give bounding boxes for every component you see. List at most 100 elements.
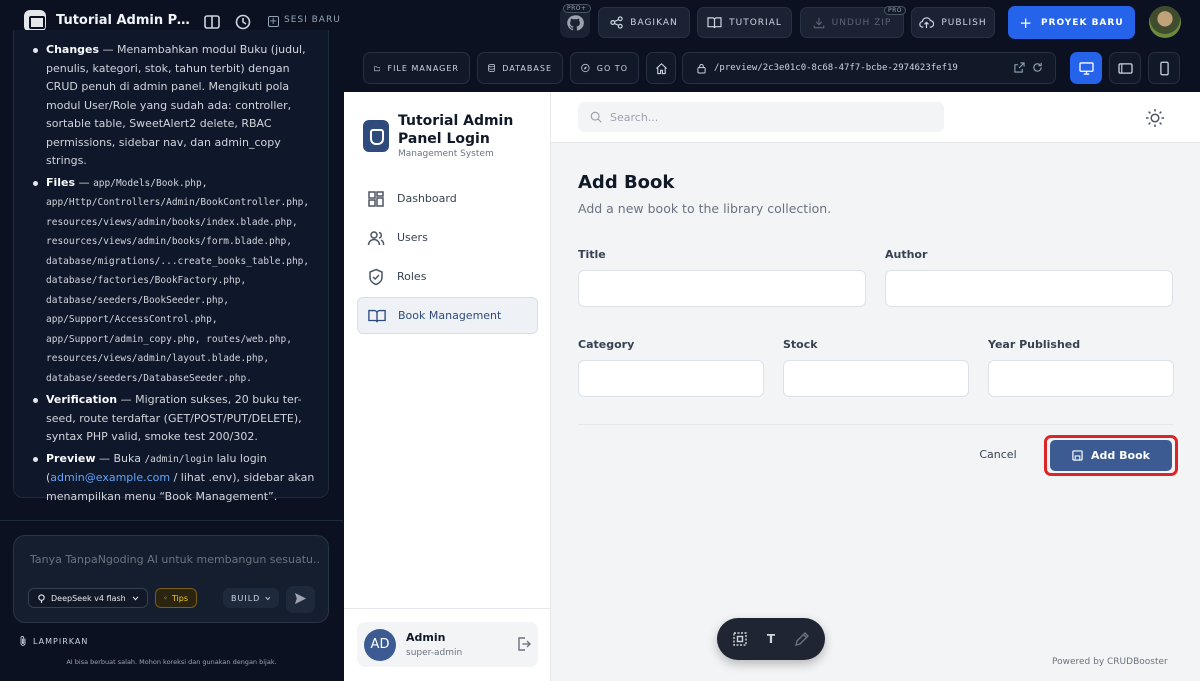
list-item: Verification — Migration sukses, 20 buku…	[29, 391, 319, 447]
avatar: AD	[364, 629, 396, 661]
database-icon	[488, 63, 496, 73]
github-icon	[567, 15, 584, 31]
stock-label: Stock	[783, 338, 818, 351]
page-subtitle: Add a new book to the library collection…	[578, 201, 832, 216]
tutorial-button[interactable]: TUTORIAL	[697, 7, 792, 38]
home-icon	[655, 62, 667, 74]
home-button[interactable]	[646, 52, 676, 84]
goto-button[interactable]: GO TO	[570, 52, 639, 84]
lightbulb-icon	[164, 596, 167, 600]
year-published-input[interactable]	[988, 360, 1174, 397]
chat-input[interactable]: Tanya TanpaNgoding AI untuk membangun se…	[30, 553, 320, 566]
search-icon	[590, 111, 602, 123]
brand-subtitle: Management System	[398, 149, 494, 159]
chevron-down-icon	[265, 596, 271, 600]
refresh-icon[interactable]	[1032, 62, 1043, 73]
divider	[0, 520, 343, 521]
database-button[interactable]: DATABASE	[477, 52, 563, 84]
title-input[interactable]	[578, 270, 866, 307]
list-item: Changes — Menambahkan modul Buku (judul,…	[29, 41, 319, 171]
desktop-icon	[1078, 61, 1094, 75]
download-icon	[813, 17, 824, 28]
send-button[interactable]	[286, 586, 315, 613]
list-item: Files — app/Models/Book.php, app/Http/Co…	[29, 174, 319, 389]
shield-icon	[369, 268, 383, 285]
project-title[interactable]: Tutorial Admin Panel Login	[56, 13, 191, 28]
book-icon	[368, 309, 386, 322]
sidebar-item-users[interactable]: Users	[357, 219, 538, 256]
logout-icon[interactable]	[516, 636, 532, 652]
publish-button[interactable]: PUBLISH	[911, 7, 995, 38]
user-avatar[interactable]	[1149, 6, 1181, 38]
sidebar-user-card: AD Admin super-admin	[357, 622, 538, 667]
tablet-icon	[1117, 62, 1133, 74]
share-button[interactable]: BAGIKAN	[598, 7, 690, 38]
lock-icon	[697, 63, 706, 73]
paperclip-icon	[20, 636, 26, 646]
plus-icon: +	[1019, 13, 1033, 32]
cancel-button[interactable]: Cancel	[968, 444, 1028, 466]
app-logo-icon[interactable]	[24, 10, 46, 32]
sidebar-item-book-management[interactable]: Book Management	[357, 297, 538, 334]
category-input[interactable]	[578, 360, 764, 397]
author-input[interactable]	[885, 270, 1173, 307]
category-label: Category	[578, 338, 635, 351]
save-icon	[1072, 450, 1083, 461]
file-manager-button[interactable]: FILE MANAGER	[363, 52, 470, 84]
select-element-icon[interactable]	[731, 630, 749, 648]
user-name: Admin	[406, 631, 446, 644]
folder-icon	[374, 65, 381, 71]
title-label: Title	[578, 248, 606, 261]
model-selector[interactable]: DeepSeek v4 flash	[28, 588, 148, 608]
pro-plus-badge: PRO+	[563, 4, 591, 13]
compass-icon	[581, 63, 590, 73]
text-tool-button[interactable]: T	[762, 630, 780, 648]
ai-response-list: Changes — Menambahkan modul Buku (judul,…	[29, 41, 319, 509]
sidebar-item-dashboard[interactable]: Dashboard	[357, 180, 538, 217]
disclaimer-text: AI bisa berbuat salah. Mohon koreksi dan…	[66, 658, 277, 666]
history-icon[interactable]	[234, 13, 252, 31]
floating-edit-toolbar: T	[717, 618, 825, 660]
page-title: Add Book	[578, 172, 675, 193]
plus-icon: +	[268, 16, 279, 27]
attach-button[interactable]: LAMPIRKAN	[19, 635, 88, 647]
stock-input[interactable]	[783, 360, 969, 397]
divider	[344, 608, 551, 609]
book-open-icon	[707, 17, 722, 29]
new-project-button[interactable]: + PROYEK BARU	[1008, 6, 1135, 39]
author-label: Author	[885, 248, 928, 261]
preview-url-bar[interactable]: /preview/2c3e01c0-8c68-47f7-bcbe-2974623…	[682, 52, 1056, 84]
edit-pencil-icon[interactable]	[793, 630, 811, 648]
brand-logo-icon	[363, 120, 389, 152]
tablet-view-button[interactable]	[1109, 52, 1141, 84]
external-link-icon[interactable]	[1014, 62, 1025, 73]
app-sidebar: Tutorial Admin Panel Login Management Sy…	[344, 92, 551, 681]
share-icon	[610, 16, 623, 29]
theme-toggle-icon[interactable]	[1145, 108, 1165, 128]
location-pin-icon	[38, 593, 45, 603]
send-icon	[294, 592, 307, 605]
new-session-button[interactable]: + SESI BARU	[268, 15, 341, 27]
add-book-button[interactable]: Add Book	[1050, 440, 1172, 471]
app-header: Search...	[551, 92, 1200, 143]
mobile-view-button[interactable]	[1148, 52, 1180, 84]
desktop-view-button[interactable]	[1070, 52, 1102, 84]
brand-name: Tutorial Admin Panel Login	[398, 113, 514, 147]
list-item: Preview — Buka /admin/login lalu login (…	[29, 450, 319, 507]
chat-composer: Tanya TanpaNgoding AI untuk membangun se…	[13, 535, 329, 623]
divider	[578, 424, 1173, 425]
mode-selector[interactable]: BUILD	[223, 588, 279, 608]
dashboard-icon	[368, 190, 384, 207]
email-link[interactable]: admin@example.com	[50, 471, 170, 484]
tips-button[interactable]: Tips	[155, 588, 197, 608]
powered-by-text: Powered by CRUDBooster	[1052, 657, 1168, 667]
pro-badge: PRO	[884, 6, 907, 15]
mobile-icon	[1159, 61, 1169, 75]
users-icon	[367, 230, 385, 245]
cloud-upload-icon	[919, 17, 935, 29]
user-role: super-admin	[406, 648, 463, 658]
sidebar-item-roles[interactable]: Roles	[357, 258, 538, 295]
chevron-down-icon	[132, 596, 139, 601]
toggle-sidebar-icon[interactable]	[203, 13, 221, 31]
search-input[interactable]: Search...	[578, 102, 944, 132]
